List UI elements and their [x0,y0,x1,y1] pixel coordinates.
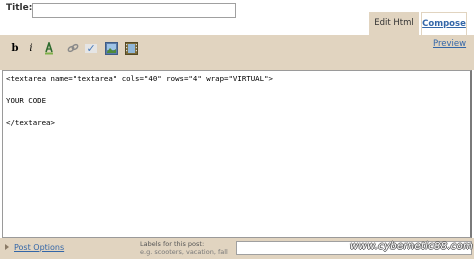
post-options-label: Post Options [14,243,65,252]
svg-text:✓: ✓ [86,42,95,54]
italic-button[interactable]: i [24,41,38,55]
text-color-icon[interactable] [42,41,56,55]
editor-frame: <textarea name="textarea" cols="40" rows… [2,70,472,238]
labels-example: e.g. scooters, vacation, fall [140,248,228,256]
editor-toolbar: b i ✓ Preview [0,35,474,70]
editor-tabs: Edit Html Compose [0,12,474,35]
video-icon[interactable] [124,41,138,55]
labels-title: Labels for this post: [140,240,205,248]
bold-button[interactable]: b [8,41,22,55]
tab-compose[interactable]: Compose [421,12,467,35]
preview-link[interactable]: Preview [433,39,466,49]
html-editor-textarea[interactable]: <textarea name="textarea" cols="40" rows… [3,71,470,237]
expand-arrow-icon [5,244,9,250]
post-options-toggle[interactable]: Post Options [5,243,64,252]
blockquote-icon[interactable]: ✓ [84,41,98,55]
watermark: www.cybernetic88.com [350,241,474,252]
link-icon[interactable] [66,41,80,55]
image-icon[interactable] [104,41,118,55]
tab-edit-html[interactable]: Edit Html [369,12,419,35]
